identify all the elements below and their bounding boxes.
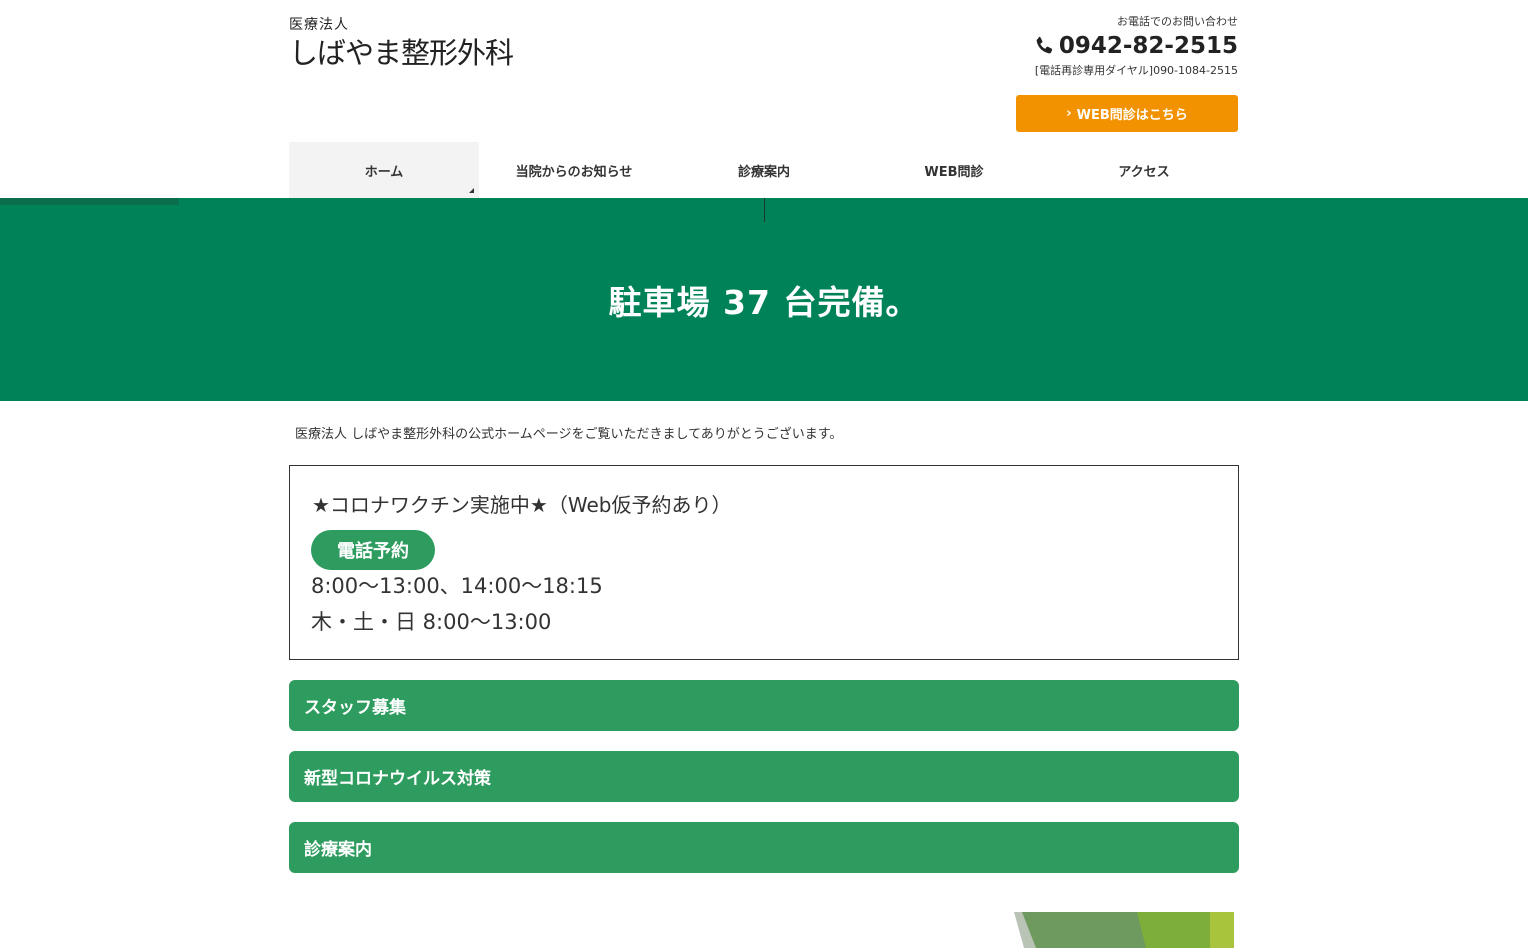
phone-sub-label: [電話再診専用ダイヤル]090-1084-2515 (1034, 64, 1238, 77)
nav-item-news[interactable]: 当院からのお知らせ (479, 142, 669, 198)
phone-row[interactable]: 0942-82-2515 (1033, 30, 1238, 62)
hero-progress-bar (0, 198, 179, 205)
logo-subtitle: 医療法人 (289, 17, 349, 33)
site-logo[interactable]: 医療法人 しばやま整形外科 (289, 14, 514, 70)
nav-label: 診療案内 (737, 164, 790, 180)
notice-title: ★コロナワクチン実施中★（Web仮予約あり） (312, 493, 732, 517)
decorative-graphic (1014, 912, 1234, 948)
chevron-right-icon: › (1066, 106, 1072, 121)
nav-item-web-inquiry[interactable]: WEB問診 (859, 142, 1049, 198)
phone-reservation-badge: 電話予約 (311, 530, 435, 570)
hero-divider (764, 198, 765, 222)
vaccine-notice: ★コロナワクチン実施中★（Web仮予約あり） 電話予約 8:00～13:00、1… (289, 465, 1239, 660)
global-nav: ホーム 当院からのお知らせ 診療案内 WEB問診 アクセス (289, 142, 1239, 198)
hero-banner: 駐車場 37 台完備。 (0, 198, 1528, 401)
phone-number: 0942-82-2515 (1058, 33, 1238, 59)
nav-label: ホーム (364, 164, 404, 180)
reservation-hours-weekend: 木・土・日 8:00～13:00 (311, 610, 552, 634)
hero-text: 駐車場 37 台完備。 (608, 283, 920, 322)
nav-item-access[interactable]: アクセス (1049, 142, 1239, 198)
phone-icon (1036, 36, 1053, 54)
nav-item-clinic-info[interactable]: 診療案内 (669, 142, 859, 198)
contact-label: お電話でのお問い合わせ (1117, 15, 1238, 28)
nav-item-home[interactable]: ホーム (289, 142, 479, 198)
accordion-clinic-info[interactable]: 診療案内 (289, 822, 1239, 873)
nav-label: 当院からのお知らせ (515, 164, 633, 180)
web-inquiry-label: WEB問診はこちら (1076, 108, 1188, 123)
nav-label: アクセス (1118, 164, 1170, 180)
accordion-covid-measures[interactable]: 新型コロナウイルス対策 (289, 751, 1239, 802)
accordion-label: 新型コロナウイルス対策 (304, 769, 491, 789)
contact-block: お電話でのお問い合わせ 0942-82-2515 [電話再診専用ダイヤル]090… (1033, 14, 1238, 80)
logo-title: しばやま整形外科 (289, 36, 514, 70)
accordion-label: 診療案内 (304, 840, 372, 860)
accordion-label: スタッフ募集 (304, 698, 406, 718)
intro-text: 医療法人 しばやま整形外科の公式ホームページをご覧いただきましてありがとうござい… (295, 427, 843, 442)
web-inquiry-button[interactable]: › WEB問診はこちら (1016, 95, 1238, 132)
accordion-staff-recruit[interactable]: スタッフ募集 (289, 680, 1239, 731)
nav-label: WEB問診 (924, 164, 984, 180)
reservation-hours-weekday: 8:00～13:00、14:00～18:15 (311, 574, 603, 598)
site-header: 医療法人 しばやま整形外科 お電話でのお問い合わせ 0942-82-2515 [… (0, 0, 1528, 198)
